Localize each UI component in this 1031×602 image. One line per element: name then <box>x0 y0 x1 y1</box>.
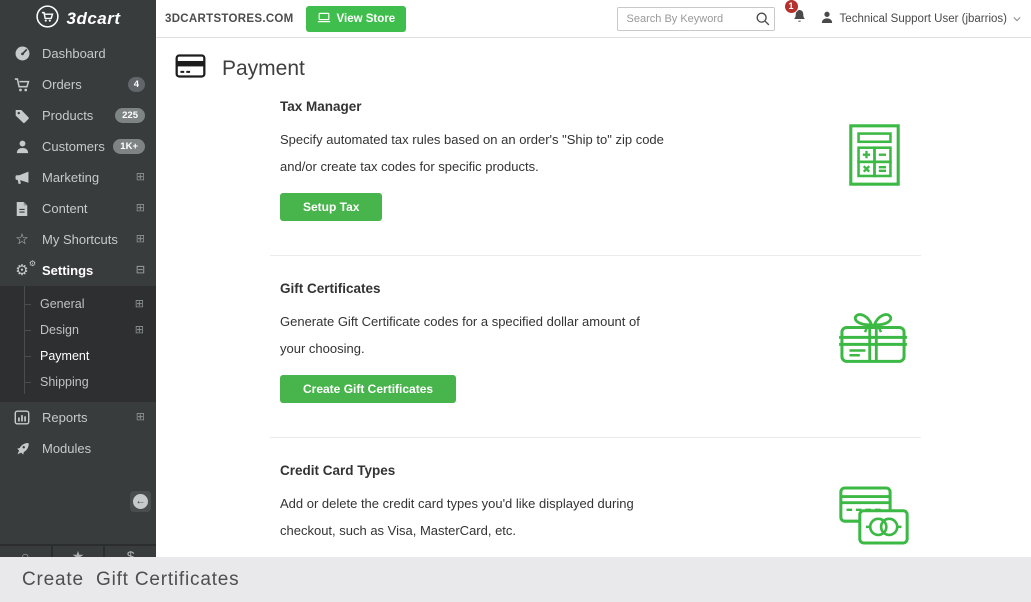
sidebar-item-content[interactable]: Content ⊞ <box>0 193 156 224</box>
sidebar-item-marketing[interactable]: Marketing ⊞ <box>0 162 156 193</box>
sidebar-item-settings[interactable]: ⚙ ⚙ Settings ⊟ <box>0 255 156 286</box>
person-icon <box>13 139 31 155</box>
document-icon <box>13 201 31 217</box>
caption-text: Create Gift Certificates <box>22 569 239 591</box>
sidebar-item-dashboard[interactable]: Dashboard <box>0 38 156 69</box>
expand-plus-icon[interactable]: ⊞ <box>136 203 145 214</box>
submenu-item-label: Design <box>40 323 79 337</box>
sidebar-item-label: Products <box>42 108 115 123</box>
rocket-icon <box>13 441 31 457</box>
user-icon <box>820 10 834 28</box>
section-divider <box>270 255 921 256</box>
section-gift-certificates: Gift Certificates Generate Gift Certific… <box>280 281 921 403</box>
notifications-button[interactable]: 1 <box>792 8 807 30</box>
view-store-button[interactable]: View Store <box>306 6 407 32</box>
page-title: Payment <box>222 57 305 81</box>
user-label: Technical Support User (jbarrios) <box>840 13 1007 25</box>
sidebar-item-label: Orders <box>42 77 128 92</box>
gauge-icon <box>13 45 31 62</box>
sidebar-nav: Dashboard Orders 4 Products 225 Customer… <box>0 38 156 557</box>
sidebar-item-reports[interactable]: Reports ⊞ <box>0 402 156 433</box>
products-count-badge: 225 <box>115 108 145 123</box>
section-title: Credit Card Types <box>280 463 921 478</box>
star-icon[interactable]: ★ <box>51 546 104 557</box>
sidebar-footer-toolbar: ○ ★ $ <box>0 544 156 557</box>
expand-plus-icon[interactable]: ⊞ <box>135 325 144 336</box>
submenu-item-label: Shipping <box>40 375 89 389</box>
megaphone-icon <box>13 170 31 186</box>
section-title: Tax Manager <box>280 99 921 114</box>
logo[interactable]: 3dcart <box>0 0 156 38</box>
main-content: Payment Tax Manager Specify automated ta… <box>156 38 1031 557</box>
credit-cards-icon <box>838 485 910 551</box>
section-tax-manager: Tax Manager Specify automated tax rules … <box>280 99 921 221</box>
expand-plus-icon[interactable]: ⊞ <box>136 234 145 245</box>
sidebar-item-label: Modules <box>42 441 145 456</box>
bell-icon <box>792 12 807 29</box>
logo-text: 3dcart <box>66 9 120 29</box>
sidebar-item-my-shortcuts[interactable]: ☆ My Shortcuts ⊞ <box>0 224 156 255</box>
submenu-item-label: General <box>40 297 84 311</box>
cart-icon <box>13 77 31 93</box>
sidebar-item-label: Settings <box>42 263 136 278</box>
sidebar-item-customers[interactable]: Customers 1K+ <box>0 131 156 162</box>
sidebar-item-products[interactable]: Products 225 <box>0 100 156 131</box>
search-input[interactable] <box>617 7 775 31</box>
setup-tax-button[interactable]: Setup Tax <box>280 193 382 221</box>
section-description: Add or delete the credit card types you'… <box>280 490 680 544</box>
sidebar-item-label: Marketing <box>42 170 136 185</box>
customers-count-badge: 1K+ <box>113 139 145 154</box>
top-bar: 3dcart 3DCARTSTORES.COM View Store 1 <box>0 0 1031 38</box>
dollar-icon[interactable]: $ <box>103 546 156 557</box>
sidebar-collapse-button[interactable]: ← <box>130 491 151 512</box>
submenu-item-label: Payment <box>40 349 89 363</box>
search-area <box>617 7 775 31</box>
section-description: Specify automated tax rules based on an … <box>280 126 680 180</box>
monitor-icon <box>317 12 331 26</box>
gears-icon: ⚙ ⚙ <box>13 263 31 278</box>
sidebar-item-label: My Shortcuts <box>42 232 136 247</box>
section-credit-card-types: Credit Card Types Add or delete the cred… <box>280 463 921 557</box>
app-window: 3dcart 3DCARTSTORES.COM View Store 1 <box>0 0 1031 602</box>
page-header: Payment <box>156 38 1031 84</box>
section-title: Gift Certificates <box>280 281 921 296</box>
expand-minus-icon[interactable]: ⊟ <box>136 265 145 276</box>
calculator-icon <box>848 124 901 191</box>
settings-submenu: General ⊞ Design ⊞ Payment Shipping <box>0 286 156 402</box>
sidebar-item-orders[interactable]: Orders 4 <box>0 69 156 100</box>
create-gift-certificates-button[interactable]: Create Gift Certificates <box>280 375 456 403</box>
tags-icon <box>13 108 31 124</box>
gift-icon <box>837 303 909 372</box>
bottom-caption-bar: Create Gift Certificates <box>0 557 1031 602</box>
section-divider <box>270 437 921 438</box>
search-icon[interactable] <box>755 11 771 30</box>
submenu-item-payment[interactable]: Payment <box>0 343 156 369</box>
search-icon[interactable]: ○ <box>0 546 51 557</box>
store-domain: 3DCARTSTORES.COM <box>165 13 294 25</box>
submenu-item-shipping[interactable]: Shipping <box>0 369 156 395</box>
expand-plus-icon[interactable]: ⊞ <box>136 172 145 183</box>
view-store-label: View Store <box>337 13 396 25</box>
sidebar-item-modules[interactable]: Modules <box>0 433 156 464</box>
section-description: Generate Gift Certificate codes for a sp… <box>280 308 680 362</box>
bar-chart-icon <box>13 410 31 425</box>
orders-count-badge: 4 <box>128 77 145 92</box>
expand-plus-icon[interactable]: ⊞ <box>136 412 145 423</box>
star-icon: ☆ <box>13 232 31 247</box>
arrow-left-icon: ← <box>133 494 148 509</box>
sidebar-item-label: Reports <box>42 410 136 425</box>
user-menu[interactable]: Technical Support User (jbarrios) <box>820 10 1021 28</box>
notification-count-badge: 1 <box>784 0 799 14</box>
submenu-item-general[interactable]: General ⊞ <box>0 291 156 317</box>
sidebar-item-label: Content <box>42 201 136 216</box>
chevron-down-icon <box>1013 13 1021 25</box>
sidebar-item-label: Customers <box>42 139 113 154</box>
submenu-item-design[interactable]: Design ⊞ <box>0 317 156 343</box>
sidebar-item-label: Dashboard <box>42 46 145 61</box>
credit-card-icon <box>175 53 206 84</box>
cart-logo-icon <box>35 4 60 34</box>
expand-plus-icon[interactable]: ⊞ <box>135 299 144 310</box>
